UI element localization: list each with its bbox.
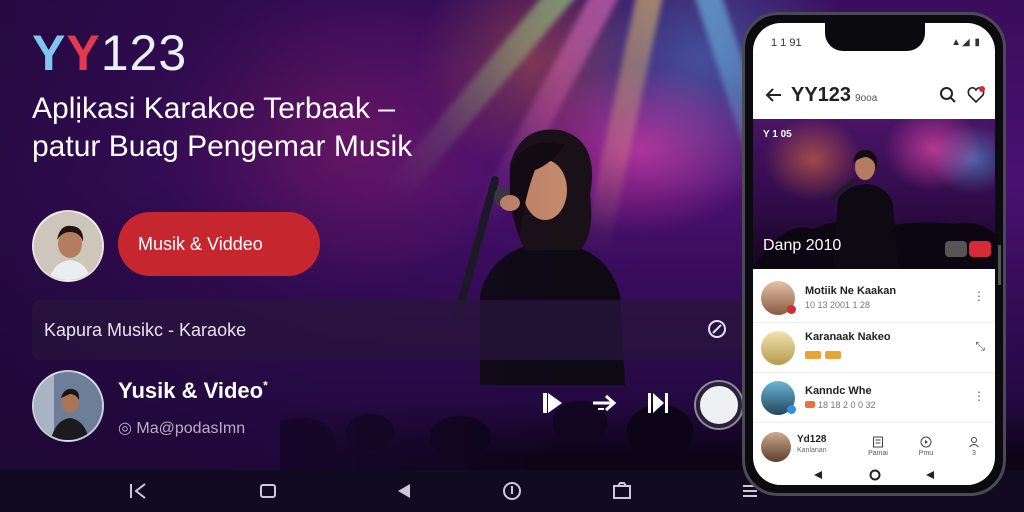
status-icons: ▲◢ ▮ xyxy=(951,37,981,48)
recent-icon[interactable] xyxy=(612,481,632,501)
headline-line-2: patur Buag Pengemar Musik xyxy=(32,130,413,163)
list-avatar xyxy=(761,280,796,315)
phone-app-title: YY123 9ooa xyxy=(791,84,877,107)
now-playing-badge: * xyxy=(263,378,268,393)
phone-nav-bar xyxy=(753,468,995,485)
phone-notch xyxy=(825,23,925,51)
record-button[interactable] xyxy=(696,382,742,428)
phone-app-title-text: YY123 xyxy=(791,83,852,106)
list-item[interactable]: Karanaak Nakeo ⤡ xyxy=(753,323,995,373)
play-circle-icon xyxy=(920,436,932,448)
logo-y1: Y xyxy=(32,25,67,81)
shuffle-button[interactable] xyxy=(584,383,624,423)
profile-avatar[interactable] xyxy=(761,432,791,462)
phone-song-list: Motiik Ne Kaakan 10 13 2001 1 28 ⋮ Karan… xyxy=(753,273,995,423)
karaoke-mode-bar[interactable]: Kapura Musikc - Karaoke xyxy=(32,300,742,360)
list-avatar xyxy=(761,380,796,415)
verified-icon xyxy=(787,404,796,414)
tag-chips xyxy=(805,346,891,364)
list-item-title: Kanndc Whe xyxy=(805,385,872,397)
library-icon xyxy=(873,436,883,448)
more-icon[interactable]: ⋮ xyxy=(973,289,985,303)
phone-tab-bar: Yd128 Kanlanan Pamai Pmu 3 xyxy=(753,428,995,468)
skip-next-button[interactable] xyxy=(638,383,678,423)
tab-profile-title: Yd128 xyxy=(797,434,827,445)
tag-chip xyxy=(805,401,815,408)
play-icon xyxy=(543,393,562,413)
tab-play-label: Pmu xyxy=(918,450,934,457)
home-icon[interactable] xyxy=(502,481,522,501)
list-item-title: Karanaak Nakeo xyxy=(805,331,891,343)
hero-live-chip[interactable] xyxy=(969,241,991,257)
headline: Aplịkasi Karakoe Terbaak – patur Buag Pe… xyxy=(32,90,492,166)
phone-recent-icon[interactable] xyxy=(925,470,935,480)
expand-icon[interactable]: ⤡ xyxy=(975,339,985,354)
list-avatar xyxy=(761,330,795,365)
now-playing-handle[interactable]: ◎ Ma@podasImn xyxy=(118,418,245,438)
tab-library-label: Pamai xyxy=(868,450,888,457)
tab-account[interactable]: 3 xyxy=(961,436,987,457)
phone-app-bar: YY123 9ooa xyxy=(753,73,995,117)
phone-home-icon[interactable] xyxy=(869,469,881,481)
now-playing-title-text: Yusik & Video xyxy=(118,378,264,403)
avatar[interactable] xyxy=(32,210,104,282)
heart-icon[interactable] xyxy=(967,86,985,104)
tag-chip xyxy=(805,351,821,359)
back-icon[interactable] xyxy=(128,481,148,501)
tab-play[interactable]: Pmu xyxy=(913,436,939,457)
more-icon[interactable]: ⋮ xyxy=(973,389,985,403)
logo-y2: Y xyxy=(66,25,101,81)
handle-text: Ma@podasImn xyxy=(136,420,246,437)
hero-pause-chip[interactable] xyxy=(945,241,967,257)
app-logo: YY123 xyxy=(32,24,187,82)
status-time: 1 1 91 xyxy=(771,37,802,49)
music-video-button[interactable]: Musik & Viddeo xyxy=(118,212,320,276)
search-icon[interactable] xyxy=(939,86,957,104)
live-dot-icon xyxy=(787,304,796,314)
person-icon xyxy=(34,212,102,280)
skip-next-icon xyxy=(648,393,668,413)
profile-row xyxy=(32,210,104,282)
square-icon[interactable] xyxy=(258,481,278,501)
phone-back-icon[interactable] xyxy=(813,470,823,480)
mode-bar-label: Kapura Musikc - Karaoke xyxy=(44,319,247,340)
at-icon: ◎ xyxy=(118,420,137,437)
list-item-subtitle: 18 18 2 0 0 32 xyxy=(805,400,876,410)
headline-line-1: Aplịkasi Karakoe Terbaak – xyxy=(32,92,395,125)
tab-library[interactable]: Pamai xyxy=(865,436,891,457)
user-icon xyxy=(969,437,979,448)
list-item[interactable]: Kanndc Whe 18 18 2 0 0 32 ⋮ xyxy=(753,373,995,423)
list-item[interactable]: Motiik Ne Kaakan 10 13 2001 1 28 ⋮ xyxy=(753,273,995,323)
tab-profile[interactable]: Yd128 Kanlanan xyxy=(797,434,827,454)
list-item-title: Motiik Ne Kaakan xyxy=(805,285,897,297)
now-playing-avatar[interactable] xyxy=(32,370,104,442)
back-arrow-icon[interactable] xyxy=(765,87,783,103)
phone-mockup: 1 1 91 ▲◢ ▮ YY123 9ooa Y 1 05 Danp 2010 … xyxy=(742,12,1006,496)
play-button[interactable] xyxy=(532,383,572,423)
phone-side-button xyxy=(998,245,1001,285)
list-item-subtitle-text: 18 18 2 0 0 32 xyxy=(818,400,876,410)
phone-screen: 1 1 91 ▲◢ ▮ YY123 9ooa Y 1 05 Danp 2010 … xyxy=(753,23,995,485)
logo-number: 123 xyxy=(100,25,188,81)
shuffle-icon xyxy=(593,394,617,412)
phone-app-subtitle: 9ooa xyxy=(855,92,878,104)
tab-account-label: 3 xyxy=(972,450,976,457)
mic-settings-icon[interactable] xyxy=(706,318,728,340)
phone-hero-banner[interactable]: Y 1 05 Danp 2010 xyxy=(753,119,995,269)
list-item-subtitle: 10 13 2001 1 28 xyxy=(805,300,871,310)
now-playing-title: Yusik & Video* xyxy=(118,378,268,404)
triangle-back-icon[interactable] xyxy=(394,481,414,501)
tag-chip xyxy=(825,351,842,359)
tab-profile-sub: Kanlanan xyxy=(797,447,827,454)
hero-title: Danp 2010 xyxy=(763,237,842,254)
